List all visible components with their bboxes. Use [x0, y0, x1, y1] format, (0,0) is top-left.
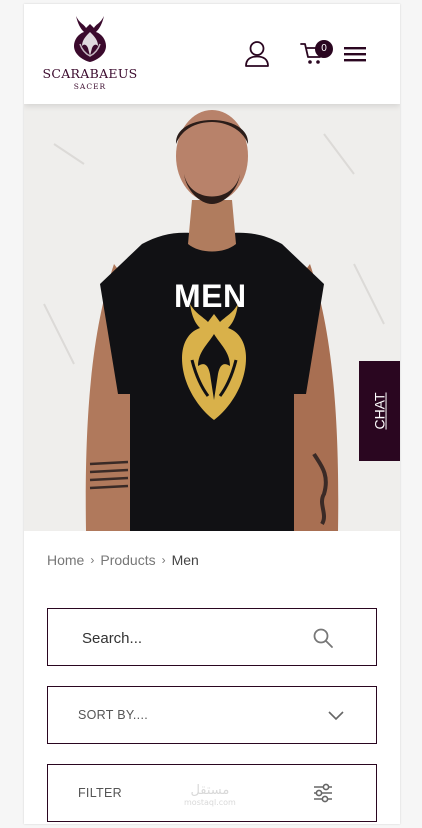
chevron-right-icon: › — [90, 553, 95, 567]
site-header: SCARABAEUS SACER 0 — [24, 4, 400, 104]
hero-model-image — [24, 104, 400, 531]
breadcrumb-home[interactable]: Home — [47, 552, 84, 568]
hero-banner: MEN — [24, 104, 400, 531]
cart-count-badge: 0 — [315, 40, 333, 58]
sliders-icon — [314, 783, 332, 803]
breadcrumb-products[interactable]: Products — [100, 552, 155, 568]
menu-icon[interactable] — [344, 45, 366, 63]
brand-name: SCARABAEUS — [42, 66, 138, 81]
filter-label: FILTER — [78, 786, 122, 800]
hero-title: MEN — [174, 278, 247, 314]
chevron-down-icon — [328, 711, 344, 721]
search-input[interactable] — [82, 627, 302, 649]
user-icon[interactable] — [244, 40, 270, 68]
watermark-main: مستقل — [190, 783, 230, 798]
chevron-right-icon: › — [161, 553, 166, 567]
search-icon[interactable] — [312, 627, 334, 649]
sort-label: SORT BY.... — [78, 708, 148, 722]
search-box — [47, 608, 377, 666]
breadcrumb-current: Men — [171, 552, 199, 568]
watermark-sub: mostaql.com — [184, 798, 236, 807]
beetle-logo-icon — [74, 16, 106, 62]
brand-sub: SACER — [73, 82, 107, 91]
brand-logo[interactable]: SCARABAEUS SACER — [42, 14, 138, 99]
chat-button[interactable]: CHAT — [359, 361, 400, 461]
watermark: مستقل mostaql.com — [184, 784, 236, 807]
page: SCARABAEUS SACER 0 MEN CHAT Home › Produ… — [24, 4, 400, 824]
chat-label: CHAT — [371, 392, 388, 430]
breadcrumb: Home › Products › Men — [47, 552, 199, 568]
sort-select[interactable]: SORT BY.... — [47, 686, 377, 744]
